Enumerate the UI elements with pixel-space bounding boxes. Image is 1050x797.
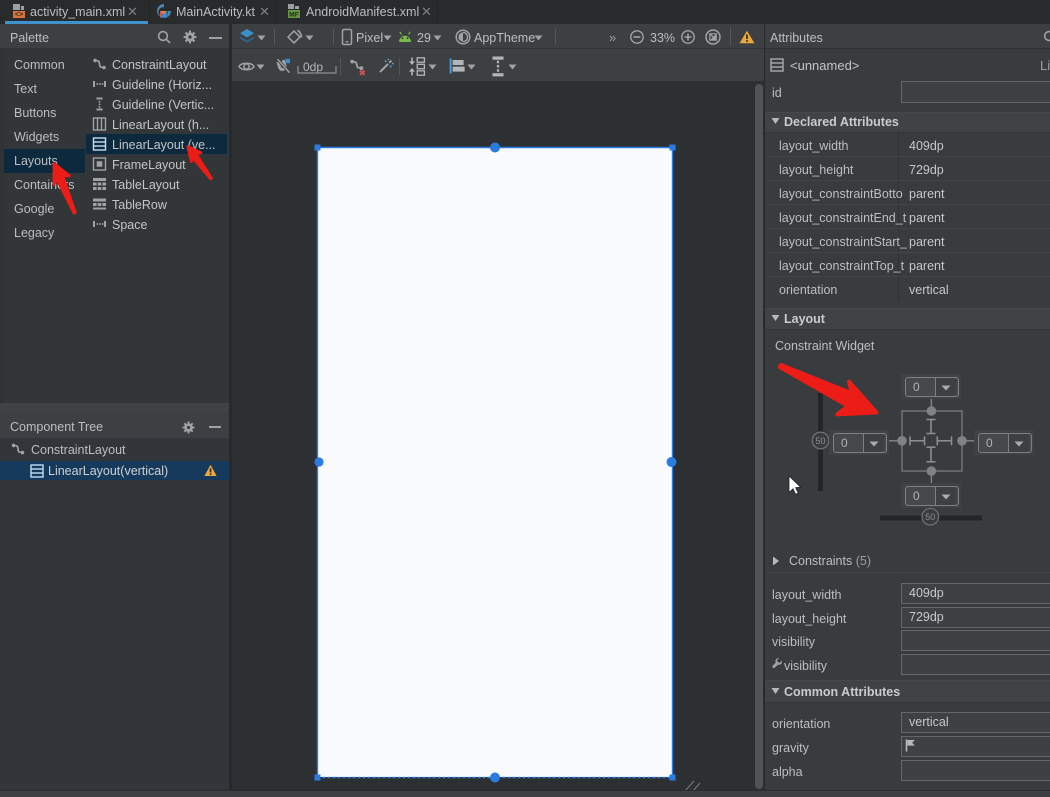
svg-text:50: 50 [925,512,935,522]
svg-text:MF: MF [289,11,298,18]
svg-text:50: 50 [815,436,825,446]
svg-text:<>: <> [15,12,23,19]
